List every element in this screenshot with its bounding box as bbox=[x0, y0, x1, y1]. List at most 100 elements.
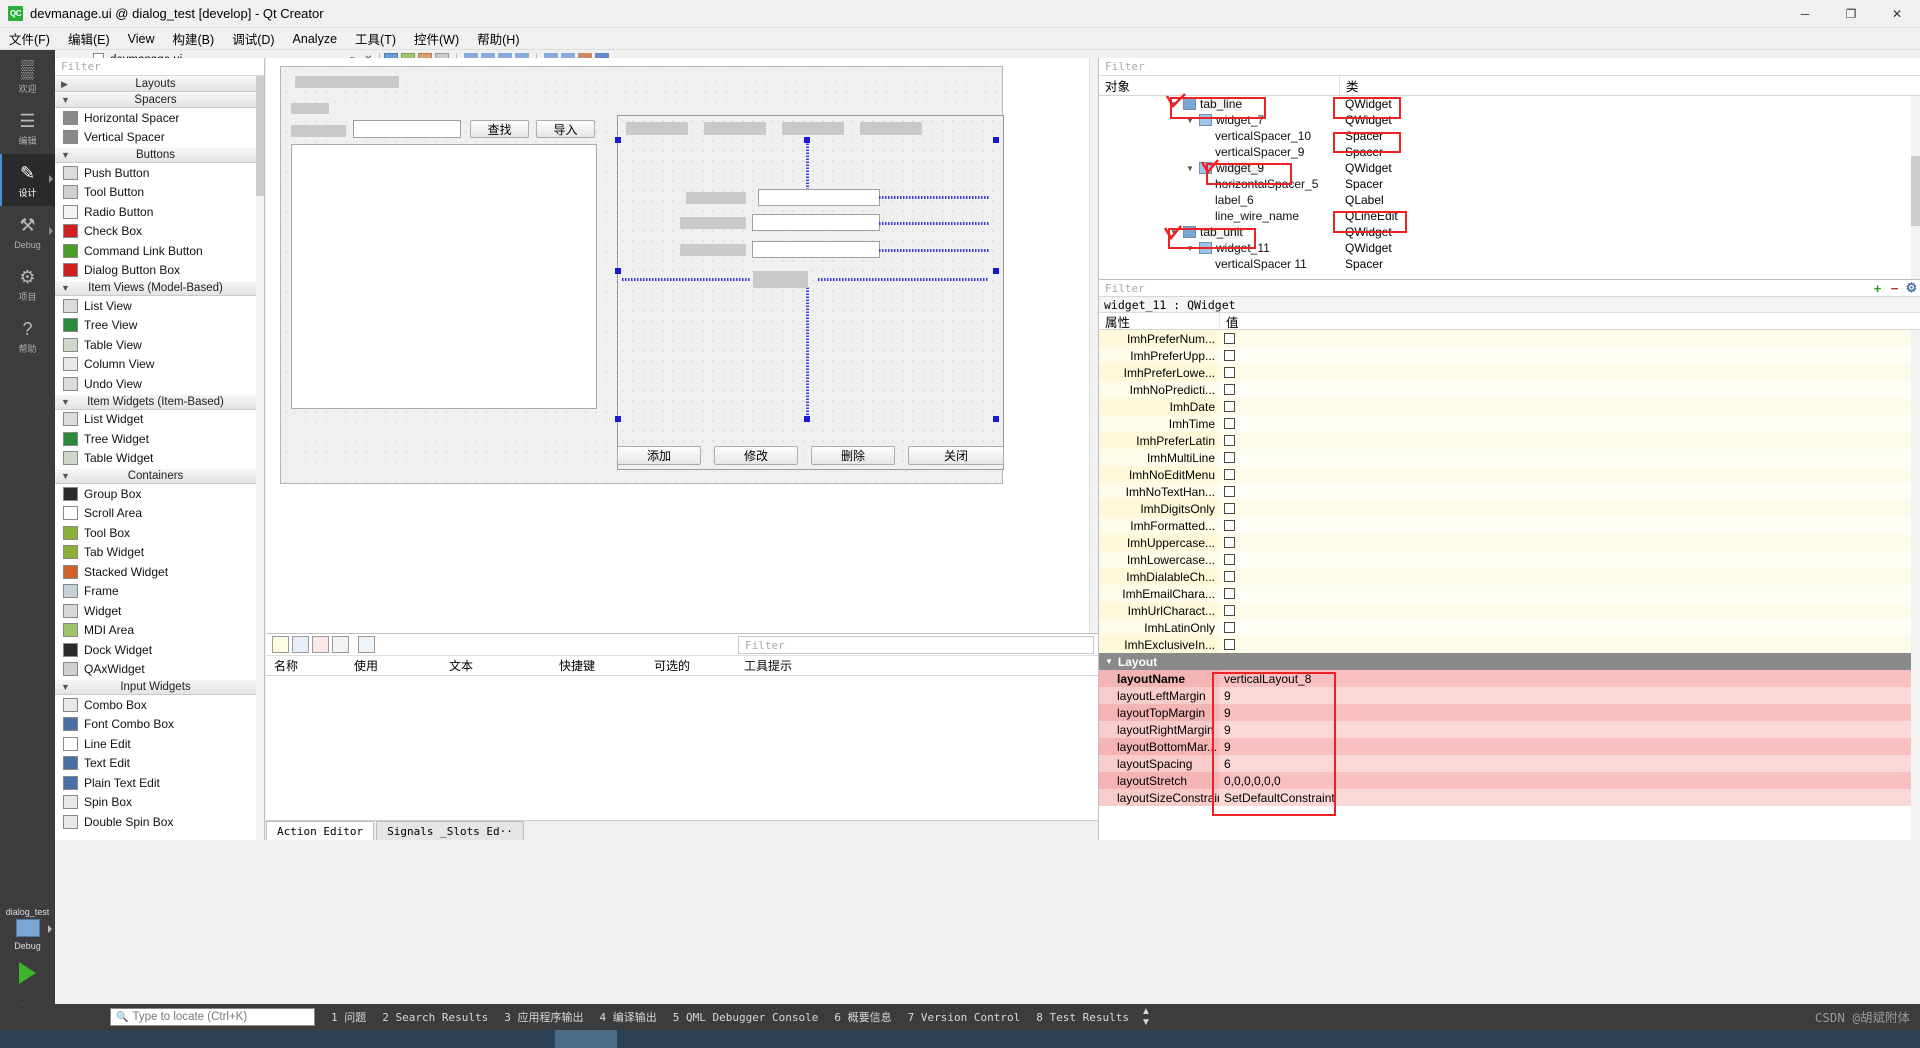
property-value[interactable] bbox=[1219, 449, 1920, 466]
selection-handle-ml[interactable] bbox=[615, 268, 621, 274]
object-tree-row[interactable]: ▼ widget_7 QWidget bbox=[1099, 112, 1920, 128]
widget-box-scroll-thumb[interactable] bbox=[256, 76, 264, 196]
mode-design[interactable]: ✎ 设计 bbox=[0, 154, 55, 206]
action-column-header[interactable]: 使用 bbox=[346, 656, 441, 675]
form-designer-canvas[interactable]: 查找 导入 添加 修改 删除 关闭 bbox=[266, 58, 1098, 633]
property-value[interactable] bbox=[1219, 636, 1920, 653]
output-pane-button[interactable]: 5 QML Debugger Console bbox=[673, 1011, 819, 1024]
checkbox-icon[interactable] bbox=[1224, 554, 1235, 565]
widget-item-combo-box[interactable]: Combo Box bbox=[55, 695, 264, 715]
property-row[interactable]: ImhPreferLowe... bbox=[1099, 364, 1920, 381]
checkbox-icon[interactable] bbox=[1224, 452, 1235, 463]
output-pane-button[interactable]: 1 问题 bbox=[331, 1009, 366, 1025]
chevron-down-icon[interactable]: ▼ bbox=[1169, 100, 1179, 109]
property-filter-input[interactable]: Filter bbox=[1099, 282, 1869, 295]
selection-handle-bl[interactable] bbox=[615, 416, 621, 422]
property-row[interactable]: ImhEmailChara... bbox=[1099, 585, 1920, 602]
widget-group-buttons[interactable]: ▼ Buttons bbox=[55, 147, 264, 163]
widget-item-qaxwidget[interactable]: QAxWidget bbox=[55, 660, 264, 680]
add-button[interactable]: 添加 bbox=[617, 446, 701, 465]
menu-help[interactable]: 帮助(H) bbox=[468, 27, 528, 50]
menu-view[interactable]: View bbox=[119, 30, 164, 48]
paste-action-icon[interactable] bbox=[312, 636, 329, 653]
detail-subform[interactable] bbox=[615, 115, 1004, 470]
widget-item-scroll-area[interactable]: Scroll Area bbox=[55, 504, 264, 524]
widget-item-check-box[interactable]: Check Box bbox=[55, 222, 264, 242]
output-pane-button[interactable]: 6 概要信息 bbox=[834, 1009, 891, 1025]
widget-item-mdi-area[interactable]: MDI Area bbox=[55, 621, 264, 641]
widget-item-table-widget[interactable]: Table Widget bbox=[55, 449, 264, 469]
mode-help[interactable]: ? 帮助 bbox=[0, 310, 55, 362]
widget-item-tool-button[interactable]: Tool Button bbox=[55, 183, 264, 203]
widget-item-spin-box[interactable]: Spin Box bbox=[55, 793, 264, 813]
checkbox-icon[interactable] bbox=[1224, 384, 1235, 395]
checkbox-icon[interactable] bbox=[1224, 350, 1235, 361]
mode-projects[interactable]: ⚙ 项目 bbox=[0, 258, 55, 310]
property-value[interactable] bbox=[1219, 500, 1920, 517]
widget-item-stacked-widget[interactable]: Stacked Widget bbox=[55, 562, 264, 582]
selection-handle-mr[interactable] bbox=[993, 268, 999, 274]
property-row[interactable]: ImhLatinOnly bbox=[1099, 619, 1920, 636]
checkbox-icon[interactable] bbox=[1224, 435, 1235, 446]
widget-item-dialog-button-box[interactable]: Dialog Button Box bbox=[55, 261, 264, 281]
widget-item-tab-widget[interactable]: Tab Widget bbox=[55, 543, 264, 563]
field-1-input[interactable] bbox=[758, 189, 880, 206]
action-column-header[interactable]: 文本 bbox=[441, 656, 551, 675]
property-value[interactable] bbox=[1219, 432, 1920, 449]
bottom-tab-1[interactable]: Action Editor bbox=[266, 821, 375, 840]
property-row[interactable]: ImhPreferNum... bbox=[1099, 330, 1920, 347]
add-property-icon[interactable]: + bbox=[1869, 281, 1886, 296]
checkbox-icon[interactable] bbox=[1224, 503, 1235, 514]
menu-file[interactable]: 文件(F) bbox=[0, 27, 59, 50]
property-row[interactable]: ImhTime bbox=[1099, 415, 1920, 432]
modify-button[interactable]: 修改 bbox=[714, 446, 798, 465]
layout-property-value[interactable]: 9 bbox=[1219, 738, 1920, 755]
widget-item-widget[interactable]: Widget bbox=[55, 601, 264, 621]
selection-handle-tc[interactable] bbox=[804, 137, 810, 143]
widget-item-group-box[interactable]: Group Box bbox=[55, 484, 264, 504]
import-button[interactable]: 导入 bbox=[536, 120, 595, 138]
widget-box-filter[interactable]: Filter bbox=[55, 58, 264, 76]
field-3-input[interactable] bbox=[752, 241, 880, 258]
property-value[interactable] bbox=[1219, 330, 1920, 347]
property-value[interactable] bbox=[1219, 381, 1920, 398]
output-pane-toggle-icon[interactable]: ▲ ▼ bbox=[1141, 1006, 1151, 1028]
configure-property-icon[interactable]: ⚙ bbox=[1903, 280, 1920, 296]
property-row[interactable]: ImhFormatted... bbox=[1099, 517, 1920, 534]
layout-property-value[interactable]: 6 bbox=[1219, 755, 1920, 772]
object-tree-row[interactable]: horizontalSpacer_5 Spacer bbox=[1099, 176, 1920, 192]
property-value[interactable] bbox=[1219, 619, 1920, 636]
widget-group-layouts[interactable]: ▶ Layouts bbox=[55, 76, 264, 92]
maximize-button[interactable]: ❐ bbox=[1828, 0, 1874, 28]
chevron-down-icon[interactable]: ▼ bbox=[1185, 116, 1195, 125]
layout-property-value[interactable]: 9 bbox=[1219, 687, 1920, 704]
property-row[interactable]: ImhNoEditMenu bbox=[1099, 466, 1920, 483]
object-tree-scrollbar[interactable] bbox=[1911, 96, 1920, 279]
delete-button[interactable]: 删除 bbox=[811, 446, 895, 465]
widget-item-undo-view[interactable]: Undo View bbox=[55, 374, 264, 394]
checkbox-icon[interactable] bbox=[1224, 367, 1235, 378]
property-row[interactable]: ImhMultiLine bbox=[1099, 449, 1920, 466]
mode-welcome[interactable]: ▒ 欢迎 bbox=[0, 50, 55, 102]
widget-item-list-widget[interactable]: List Widget bbox=[55, 410, 264, 430]
widget-item-column-view[interactable]: Column View bbox=[55, 355, 264, 375]
widget-item-push-button[interactable]: Push Button bbox=[55, 163, 264, 183]
widget-item-tree-widget[interactable]: Tree Widget bbox=[55, 429, 264, 449]
output-pane-button[interactable]: 4 编译输出 bbox=[599, 1009, 656, 1025]
chevron-down-icon[interactable]: ▼ bbox=[1169, 228, 1179, 237]
object-tree-row[interactable]: line_wire_name QLineEdit bbox=[1099, 208, 1920, 224]
mode-edit[interactable]: ☰ 编辑 bbox=[0, 102, 55, 154]
property-value[interactable] bbox=[1219, 466, 1920, 483]
property-scrollbar[interactable] bbox=[1911, 330, 1920, 841]
property-value[interactable] bbox=[1219, 568, 1920, 585]
checkbox-icon[interactable] bbox=[1224, 622, 1235, 633]
object-tree-row[interactable]: verticalSpacer_9 Spacer bbox=[1099, 144, 1920, 160]
layout-property-row[interactable]: layoutStretch 0,0,0,0,0,0 bbox=[1099, 772, 1920, 789]
layout-property-value[interactable]: SetDefaultConstraint bbox=[1219, 789, 1920, 806]
widget-item-frame[interactable]: Frame bbox=[55, 582, 264, 602]
widget-item-plain-text-edit[interactable]: Plain Text Edit bbox=[55, 773, 264, 793]
delete-action-icon[interactable] bbox=[332, 636, 349, 653]
layout-property-row[interactable]: layoutSpacing 6 bbox=[1099, 755, 1920, 772]
checkbox-icon[interactable] bbox=[1224, 486, 1235, 497]
object-tree-scroll-thumb[interactable] bbox=[1911, 156, 1920, 226]
